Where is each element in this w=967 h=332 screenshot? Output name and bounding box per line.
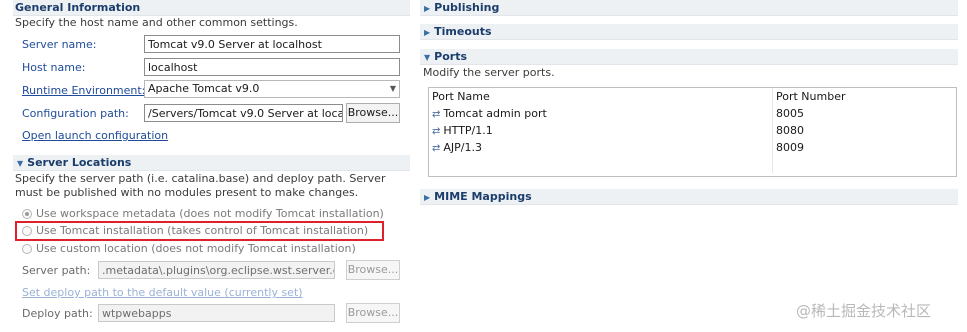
port-number[interactable]: 8005 [773,105,957,122]
port-name-cell: ⇄ Tomcat admin port [429,105,773,122]
server-locations-description: Specify the server path (i.e. catalina.b… [15,172,386,199]
col-port-name[interactable]: Port Name [429,88,773,105]
table-row[interactable]: ⇄ AJP/1.3 8009 [429,139,956,156]
timeouts-title: Timeouts [434,25,492,38]
table-row[interactable]: ⇄ Tomcat admin port 8005 [429,105,956,122]
ports-table-header: Port Name Port Number [429,88,956,105]
publishing-title: Publishing [434,1,500,14]
runtime-environment-value: Apache Tomcat v9.0 [148,82,260,95]
server-name-label: Server name: [22,38,97,51]
radio-custom-indicator[interactable] [22,243,32,254]
deploy-path-browse-button[interactable]: Browse... [346,303,400,323]
port-name-cell: ⇄ AJP/1.3 [429,139,773,156]
mime-mappings-header[interactable]: ▶ MIME Mappings [420,189,958,205]
ports-table[interactable]: Port Name Port Number ⇄ Tomcat admin port… [428,87,957,177]
server-locations-header[interactable]: ▼ Server Locations [13,155,410,171]
server-path-browse-button[interactable]: Browse... [346,260,400,280]
radio-workspace-metadata[interactable]: Use workspace metadata (does not modify … [22,207,384,220]
ports-title: Ports [434,50,468,63]
deploy-path-label: Deploy path: [22,307,93,320]
radio-tomcat-indicator[interactable] [22,225,32,236]
chevron-right-icon: ▶ [424,28,431,37]
radio-workspace-label: Use workspace metadata (does not modify … [36,207,384,220]
radio-custom-label: Use custom location (does not modify Tom… [36,242,356,255]
port-number[interactable]: 8080 [773,122,957,139]
chevron-right-icon: ▶ [424,4,431,13]
configuration-path-input[interactable]: /Servers/Tomcat v9.0 Server at localh [144,104,343,122]
timeouts-header[interactable]: ▶ Timeouts [420,24,958,40]
runtime-environment-select[interactable]: Apache Tomcat v9.0 ▼ [144,80,400,98]
ports-header[interactable]: ▼ Ports [420,49,958,65]
port-icon: ⇄ [432,143,441,154]
radio-custom-location[interactable]: Use custom location (does not modify Tom… [22,242,356,255]
open-launch-configuration-link[interactable]: Open launch configuration [22,129,168,142]
ports-table-grid: Port Name Port Number ⇄ Tomcat admin port… [429,88,956,173]
deploy-path-input[interactable]: wtpwebapps [98,304,335,322]
port-name-cell: ⇄ HTTP/1.1 [429,122,773,139]
empty-cell [429,156,773,173]
server-locations-title: Server Locations [27,156,132,169]
runtime-environment-link[interactable]: Runtime Environment: [22,84,145,97]
port-name: HTTP/1.1 [443,124,493,137]
configuration-browse-button[interactable]: Browse... [346,103,400,123]
server-path-input[interactable]: .metadata\.plugins\org.eclipse.wst.serve… [98,261,335,279]
chevron-down-icon: ▼ [17,159,24,168]
general-description: Specify the host name and other common s… [15,16,298,29]
table-row[interactable]: ⇄ HTTP/1.1 8080 [429,122,956,139]
mime-mappings-title: MIME Mappings [434,190,532,203]
port-icon: ⇄ [432,126,441,137]
host-name-label: Host name: [22,61,86,74]
general-information-header: General Information [13,0,410,16]
server-path-label: Server path: [22,264,91,277]
publishing-header[interactable]: ▶ Publishing [420,0,958,16]
port-icon: ⇄ [432,109,441,120]
radio-workspace-indicator[interactable] [22,208,32,219]
table-row-empty [429,156,956,173]
col-port-number[interactable]: Port Number [773,88,957,105]
empty-cell [773,156,957,173]
radio-tomcat-installation[interactable]: Use Tomcat installation (takes control o… [22,224,368,237]
host-name-input[interactable]: localhost [144,58,400,76]
watermark: @稀土掘金技术社区 [796,302,932,320]
chevron-right-icon: ▶ [424,193,431,202]
port-number[interactable]: 8009 [773,139,957,156]
chevron-down-icon: ▼ [389,84,396,93]
set-deploy-path-link[interactable]: Set deploy path to the default value (cu… [22,286,303,299]
port-name: AJP/1.3 [443,141,482,154]
configuration-path-label: Configuration path: [22,107,129,120]
port-name: Tomcat admin port [443,107,547,120]
ports-description: Modify the server ports. [423,66,555,79]
chevron-down-icon: ▼ [424,53,431,62]
general-information-title: General Information [15,1,141,14]
radio-tomcat-label: Use Tomcat installation (takes control o… [36,224,369,237]
server-name-input[interactable]: Tomcat v9.0 Server at localhost [144,35,400,53]
